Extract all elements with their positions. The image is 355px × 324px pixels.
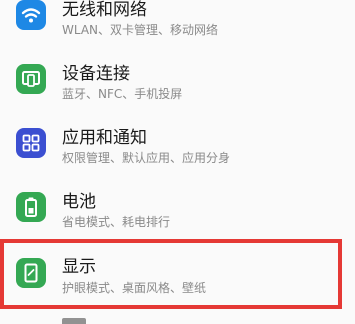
settings-item-display[interactable]: 显示 护眼模式、桌面风格、壁纸 xyxy=(0,248,355,310)
settings-item-device-connection[interactable]: 设备连接 蓝牙、NFC、手机投屏 xyxy=(0,56,355,118)
apps-grid-icon xyxy=(16,128,46,158)
settings-item-title: 应用和通知 xyxy=(62,128,147,148)
settings-item-title: 无线和网络 xyxy=(62,0,147,20)
settings-item-subtitle: 蓝牙、NFC、手机投屏 xyxy=(62,87,183,101)
next-item-partial xyxy=(62,318,86,324)
wifi-icon xyxy=(16,0,46,30)
settings-item-subtitle: 权限管理、默认应用、应用分身 xyxy=(62,151,231,165)
settings-item-title: 电池 xyxy=(62,192,96,212)
battery-icon xyxy=(16,192,46,222)
settings-item-subtitle: WLAN、双卡管理、移动网络 xyxy=(62,23,219,37)
settings-item-title: 设备连接 xyxy=(62,64,130,84)
settings-item-title: 显示 xyxy=(62,257,96,277)
settings-item-wireless-network[interactable]: 无线和网络 WLAN、双卡管理、移动网络 xyxy=(0,0,355,52)
settings-item-subtitle: 省电模式、耗电排行 xyxy=(62,215,171,229)
display-icon xyxy=(16,258,46,288)
device-connection-icon xyxy=(16,64,46,94)
settings-item-apps-notifications[interactable]: 应用和通知 权限管理、默认应用、应用分身 xyxy=(0,120,355,182)
settings-item-subtitle: 护眼模式、桌面风格、壁纸 xyxy=(62,281,207,295)
settings-item-battery[interactable]: 电池 省电模式、耗电排行 xyxy=(0,184,355,246)
